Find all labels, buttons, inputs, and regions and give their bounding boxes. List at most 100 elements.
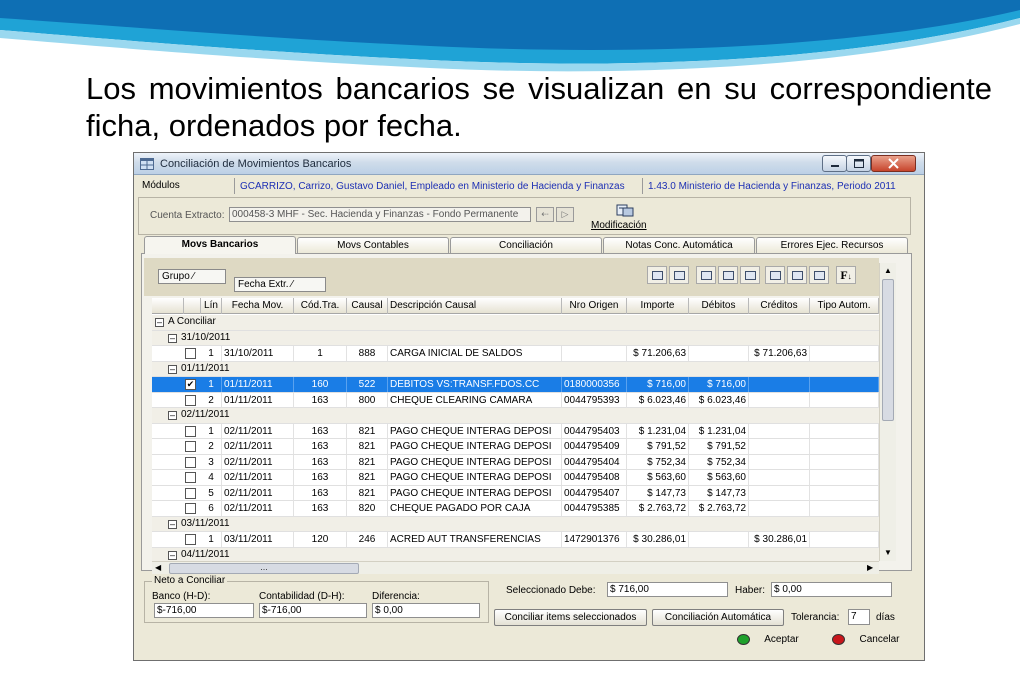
vertical-scroll-thumb[interactable] bbox=[882, 279, 894, 421]
aceptar-button[interactable]: Aceptar bbox=[724, 631, 812, 650]
fit-columns-icon bbox=[745, 271, 756, 280]
conciliar-seleccionados-button[interactable]: Conciliar items seleccionados bbox=[494, 609, 647, 626]
cell-causal: 821 bbox=[347, 454, 388, 470]
row-checkbox[interactable] bbox=[185, 425, 196, 437]
table-row[interactable]: 1 31/10/2011 1 888 CARGA INICIAL DE SALDOS $ … bbox=[152, 346, 879, 362]
row-checkbox[interactable] bbox=[185, 503, 196, 514]
table-row[interactable]: 2 01/11/2011 163 800 CHEQUE CLEARING CAMARA 0… bbox=[152, 392, 879, 408]
toolbar-button-2[interactable] bbox=[669, 266, 689, 284]
tab-movs-contables[interactable]: Movs Contables bbox=[297, 237, 449, 253]
group-label: 04/11/2011 bbox=[181, 548, 230, 560]
contabilidad-field[interactable]: $-716,00 bbox=[259, 603, 367, 618]
title-bar[interactable]: Conciliación de Movimientos Bancarios bbox=[134, 153, 924, 175]
cell-lin: 1 bbox=[201, 346, 222, 361]
minimize-button[interactable] bbox=[822, 155, 847, 172]
group-row[interactable]: – A Conciliar bbox=[152, 315, 879, 331]
horizontal-scroll-thumb[interactable]: … bbox=[169, 563, 359, 574]
conciliacion-automatica-button[interactable]: Conciliación Automática bbox=[652, 609, 784, 626]
toolbar-button-6[interactable] bbox=[765, 266, 785, 284]
diferencia-field[interactable]: $ 0,00 bbox=[372, 603, 480, 618]
group-chip-fecha-extr[interactable]: Fecha Extr. ⁄ bbox=[234, 277, 326, 292]
movements-grid[interactable]: Lín Fecha Mov. Cód.Tra. Causal Descripci… bbox=[152, 298, 879, 561]
collapse-icon[interactable]: – bbox=[168, 333, 177, 343]
maximize-button[interactable] bbox=[846, 155, 871, 172]
close-button[interactable] bbox=[871, 155, 916, 172]
collapse-icon[interactable]: – bbox=[168, 411, 177, 420]
cell-lin: 2 bbox=[201, 439, 222, 454]
table-row[interactable]: 1 02/11/2011 163 821 PAGO CHEQUE INTERAG DEP… bbox=[152, 423, 879, 439]
row-checkbox[interactable]: ✔ bbox=[185, 379, 196, 390]
row-checkbox[interactable] bbox=[185, 441, 196, 452]
row-checkbox[interactable] bbox=[185, 456, 196, 468]
group-row[interactable]: –01/11/2011 bbox=[152, 361, 879, 377]
row-checkbox[interactable] bbox=[185, 348, 196, 359]
col-cod-tra[interactable]: Cód.Tra. bbox=[294, 298, 347, 314]
group-row[interactable]: –02/11/2011 bbox=[152, 408, 879, 424]
collapse-icon[interactable]: – bbox=[168, 550, 177, 560]
table-row[interactable]: 3 02/11/2011 163 821 PAGO CHEQUE INTERAG DEP… bbox=[152, 454, 879, 470]
col-fecha-mov[interactable]: Fecha Mov. bbox=[222, 298, 294, 314]
scroll-left-icon[interactable]: ◀ bbox=[155, 563, 161, 572]
col-nro-origen[interactable]: Nro Origen bbox=[562, 298, 627, 314]
row-checkbox[interactable] bbox=[185, 534, 196, 545]
collapse-icon[interactable]: – bbox=[155, 318, 164, 327]
seleccionado-debe-field[interactable]: $ 716,00 bbox=[607, 582, 728, 597]
haber-field[interactable]: $ 0,00 bbox=[771, 582, 892, 597]
col-tipo-autom[interactable]: Tipo Autom. bbox=[810, 298, 879, 314]
cell-causal: 821 bbox=[347, 470, 388, 485]
col-debitos[interactable]: Débitos bbox=[689, 298, 749, 314]
scroll-down-icon[interactable]: ▼ bbox=[884, 548, 892, 557]
vertical-scrollbar[interactable]: ▲ ▼ bbox=[879, 263, 896, 561]
table-row[interactable]: ✔ 1 01/11/2011 160 522 DEBITOS VS:TRANSF.FDOS… bbox=[152, 377, 879, 393]
col-descripcion-causal[interactable]: Descripción Causal bbox=[388, 298, 562, 314]
toolbar-button-1[interactable] bbox=[647, 266, 667, 284]
cell-nro-origen: 0044795408 bbox=[562, 470, 627, 485]
toolbar-button-3[interactable] bbox=[696, 266, 716, 284]
horizontal-scrollbar[interactable]: ◀ … ▶ bbox=[152, 561, 879, 574]
col-lin[interactable]: Lín bbox=[201, 298, 222, 314]
cell-nro-origen: 1472901376 bbox=[562, 532, 627, 547]
table-row[interactable]: 4 02/11/2011 163 821 PAGO CHEQUE INTERAG DEP… bbox=[152, 470, 879, 486]
row-checkbox[interactable] bbox=[185, 487, 196, 499]
col-creditos[interactable]: Créditos bbox=[749, 298, 810, 314]
app-window: Conciliación de Movimientos Bancarios Mó… bbox=[133, 152, 925, 661]
toolbar-button-4[interactable] bbox=[718, 266, 738, 284]
tab-movs-bancarios[interactable]: Movs Bancarios bbox=[144, 236, 296, 254]
filter-button[interactable]: F↓ bbox=[836, 266, 856, 284]
banco-field[interactable]: $-716,00 bbox=[154, 603, 254, 618]
group-row[interactable]: –31/10/2011 bbox=[152, 330, 879, 346]
table-row[interactable]: 5 02/11/2011 163 821 PAGO CHEQUE INTERAG DEP… bbox=[152, 485, 879, 501]
collapse-icon[interactable]: – bbox=[168, 519, 177, 529]
group-row[interactable]: –04/11/2011 bbox=[152, 547, 879, 561]
cell-nro-origen: 0044795393 bbox=[562, 392, 627, 408]
collapse-icon bbox=[723, 271, 734, 280]
cuenta-extracto-field[interactable]: 000458-3 MHF - Sec. Hacienda y Finanzas … bbox=[229, 207, 531, 222]
modificacion-icon bbox=[616, 204, 634, 217]
group-row[interactable]: –03/11/2011 bbox=[152, 516, 879, 532]
modificacion-button[interactable]: Modificación bbox=[591, 220, 647, 231]
row-checkbox[interactable] bbox=[185, 472, 196, 483]
tab-errores-ejec-recursos[interactable]: Errores Ejec. Recursos bbox=[756, 237, 908, 253]
cuenta-lookup-button[interactable]: ⇠ bbox=[536, 207, 554, 222]
contabilidad-label: Contabilidad (D-H): bbox=[259, 591, 345, 602]
collapse-icon[interactable]: – bbox=[168, 364, 177, 374]
toolbar-button-5[interactable] bbox=[740, 266, 760, 284]
row-checkbox[interactable] bbox=[185, 394, 196, 406]
scroll-right-icon[interactable]: ▶ bbox=[867, 563, 873, 572]
table-row[interactable]: 6 02/11/2011 163 820 CHEQUE PAGADO POR CAJA 0… bbox=[152, 501, 879, 517]
tab-notas-conc-automatica[interactable]: Notas Conc. Automática bbox=[603, 237, 755, 253]
scroll-up-icon[interactable]: ▲ bbox=[884, 266, 892, 275]
modulos-label[interactable]: Módulos bbox=[142, 180, 180, 191]
col-importe[interactable]: Importe bbox=[627, 298, 689, 314]
table-row[interactable]: 2 02/11/2011 163 821 PAGO CHEQUE INTERAG DEP… bbox=[152, 439, 879, 455]
toolbar-button-8[interactable] bbox=[809, 266, 829, 284]
table-row[interactable]: 1 03/11/2011 120 246 ACRED AUT TRANSFERENCIA… bbox=[152, 532, 879, 548]
cancelar-button[interactable]: Cancelar bbox=[818, 631, 914, 650]
toolbar-button-7[interactable] bbox=[787, 266, 807, 284]
col-causal[interactable]: Causal bbox=[347, 298, 388, 314]
tolerancia-input[interactable]: 7 bbox=[848, 609, 870, 625]
cuenta-next-button[interactable]: ▷ bbox=[556, 207, 574, 222]
tab-conciliacion[interactable]: Conciliación bbox=[450, 237, 602, 253]
aceptar-icon bbox=[737, 633, 751, 645]
group-chip-grupo[interactable]: Grupo ⁄ bbox=[158, 269, 226, 284]
